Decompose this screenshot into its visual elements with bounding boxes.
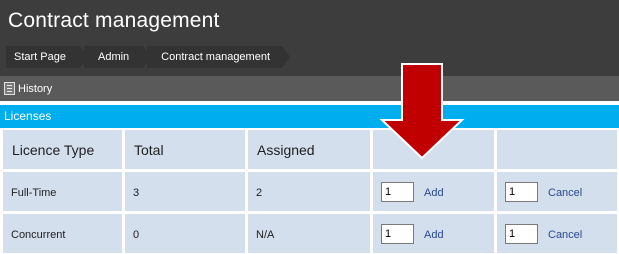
document-icon <box>4 82 15 95</box>
section-title: Licenses <box>4 109 52 123</box>
table-row-concurrent-add: Add <box>373 214 494 253</box>
history-label: History <box>18 82 53 95</box>
app-header: Contract management Start Page Admin Con… <box>0 0 619 76</box>
table-row-concurrent-cancel: Cancel <box>497 214 617 253</box>
red-down-arrow-icon <box>379 63 465 160</box>
table-row-full-time-total: 3 <box>125 172 245 211</box>
column-header-licence-type: Licence Type <box>3 130 122 169</box>
full-time-add-quantity-input[interactable] <box>381 182 414 202</box>
breadcrumb: Start Page Admin Contract management <box>6 46 290 68</box>
toolbar: History <box>0 76 619 101</box>
table-row-full-time-cancel: Cancel <box>497 172 617 211</box>
table-row-full-time-type: Full-Time <box>3 172 122 211</box>
full-time-cancel-quantity-input[interactable] <box>505 182 538 202</box>
full-time-add-link[interactable]: Add <box>424 187 444 199</box>
breadcrumb-start-page[interactable]: Start Page <box>6 46 88 68</box>
column-header-cancel <box>497 130 617 169</box>
licenses-section-header: Licenses <box>0 105 619 128</box>
column-header-total: Total <box>125 130 245 169</box>
history-button[interactable]: History <box>4 82 52 95</box>
concurrent-cancel-quantity-input[interactable] <box>505 224 538 244</box>
table-row-full-time-add: Add <box>373 172 494 211</box>
concurrent-cancel-link[interactable]: Cancel <box>548 229 582 241</box>
table-row-concurrent-type: Concurrent <box>3 214 122 253</box>
breadcrumb-contract-management: Contract management <box>147 46 290 68</box>
concurrent-add-quantity-input[interactable] <box>381 224 414 244</box>
column-header-assigned: Assigned <box>248 130 370 169</box>
full-time-cancel-link[interactable]: Cancel <box>548 187 582 199</box>
table-row-concurrent-assigned: N/A <box>248 214 370 253</box>
table-row-concurrent-total: 0 <box>125 214 245 253</box>
table-row-full-time-assigned: 2 <box>248 172 370 211</box>
page-title: Contract management <box>8 9 220 32</box>
concurrent-add-link[interactable]: Add <box>424 229 444 241</box>
breadcrumb-admin[interactable]: Admin <box>83 46 152 68</box>
